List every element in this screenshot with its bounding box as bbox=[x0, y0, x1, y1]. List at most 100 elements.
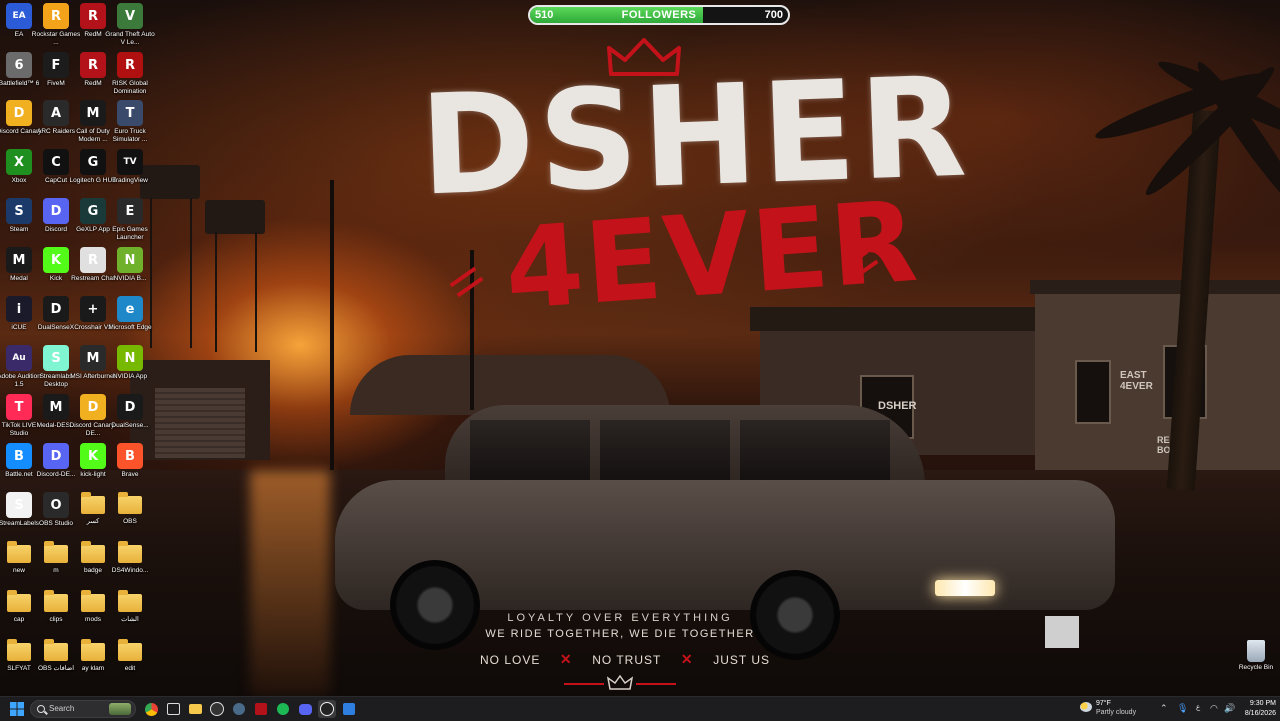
utility-pole bbox=[330, 180, 334, 470]
wifi-icon[interactable]: ◠ bbox=[1210, 703, 1218, 714]
desktop-shortcut[interactable]: E Epic Games Launcher bbox=[105, 198, 155, 242]
x-icon: ✕ bbox=[680, 651, 694, 667]
discord-icon: D bbox=[43, 443, 69, 469]
discord-canary-icon: D bbox=[6, 100, 32, 126]
msi-icon: M bbox=[80, 345, 106, 371]
search-placeholder: Search bbox=[49, 704, 75, 713]
nvidia-app-icon: N bbox=[117, 345, 143, 371]
ea-icon: EA bbox=[6, 3, 32, 29]
license-plate bbox=[1045, 616, 1079, 648]
start-button[interactable] bbox=[8, 700, 26, 718]
folder-icon bbox=[44, 639, 68, 661]
desktop-icon-label: NVIDIA App bbox=[112, 373, 148, 380]
kick-icon: K bbox=[43, 247, 69, 273]
edge-icon: e bbox=[117, 296, 143, 322]
medal-icon: M bbox=[43, 394, 69, 420]
discord-canary-icon: D bbox=[80, 394, 106, 420]
taskbar-spotify[interactable] bbox=[274, 700, 292, 718]
desktop-shortcut[interactable]: V Grand Theft Auto V Le... bbox=[105, 3, 155, 47]
desktop-icon-label: Euro Truck Simulator ... bbox=[112, 128, 148, 143]
battlenet-icon: B bbox=[6, 443, 32, 469]
water-tower-leg bbox=[215, 232, 217, 352]
desktop-shortcut[interactable]: N NVIDIA B... bbox=[105, 247, 155, 283]
steam-icon: S bbox=[6, 198, 32, 224]
taskbar-app[interactable] bbox=[230, 700, 248, 718]
desktop-shortcut[interactable]: D DualSense... bbox=[105, 394, 155, 430]
logitech-icon: G bbox=[80, 149, 106, 175]
desktop-folder[interactable]: OBS bbox=[105, 492, 155, 526]
desktop-icon-label: DS4Windo... bbox=[111, 567, 149, 574]
car-windshield bbox=[740, 420, 890, 482]
desktop-shortcut[interactable]: T Euro Truck Simulator ... bbox=[105, 100, 155, 144]
taskbar-obs[interactable] bbox=[208, 700, 226, 718]
language-icon[interactable]: ع bbox=[1196, 703, 1200, 711]
recycle-bin-label: Recycle Bin bbox=[1238, 664, 1274, 671]
desktop-wallpaper: DSHER EAST 4EVER REAL BOYS DSHER 4EVER L… bbox=[0, 0, 1280, 696]
desktop-shortcut[interactable]: B Brave bbox=[105, 443, 155, 479]
microphone-icon[interactable]: 🎙 bbox=[1177, 703, 1188, 714]
desktop-icon-label: OBS bbox=[123, 518, 137, 525]
crosshair-icon: + bbox=[80, 296, 106, 322]
gexlp-icon: G bbox=[80, 198, 106, 224]
taskbar-task-view[interactable] bbox=[164, 700, 182, 718]
follower-goal-bar: 510 FOLLOWERS 700 bbox=[528, 5, 790, 25]
risk-icon: R bbox=[117, 52, 143, 78]
taskbar-app-blue[interactable] bbox=[340, 700, 358, 718]
redm-icon bbox=[255, 703, 267, 715]
icue-icon: i bbox=[6, 296, 32, 322]
weather-temp: 97°F bbox=[1096, 700, 1111, 707]
desktop-icon-label: TradingView bbox=[112, 177, 148, 184]
desktop-folder[interactable]: DS4Windo... bbox=[105, 541, 155, 575]
nvidia-icon: N bbox=[117, 247, 143, 273]
taskbar-discord[interactable] bbox=[296, 700, 314, 718]
desktop-shortcut[interactable]: R RISK Global Domination bbox=[105, 52, 155, 96]
car-wheel bbox=[390, 560, 480, 650]
volume-icon[interactable]: 🔊 bbox=[1224, 703, 1235, 714]
chevron-up-icon[interactable]: ⌃ bbox=[1160, 703, 1168, 714]
taskbar-obs-active[interactable] bbox=[318, 700, 336, 718]
recycle-bin[interactable]: Recycle Bin bbox=[1236, 640, 1276, 671]
app-icon bbox=[343, 703, 355, 715]
arc-raiders-icon: A bbox=[43, 100, 69, 126]
car-window bbox=[600, 420, 730, 482]
search-icon bbox=[37, 705, 45, 713]
taskbar-chrome[interactable] bbox=[142, 700, 160, 718]
desktop-icon-label: Brave bbox=[121, 471, 139, 478]
streamlabels-icon: S bbox=[6, 492, 32, 518]
windows-logo-icon bbox=[10, 702, 24, 716]
taskbar-redm[interactable] bbox=[252, 700, 270, 718]
redm-icon: R bbox=[80, 52, 106, 78]
desktop-icon-label: RISK Global Domination bbox=[112, 80, 148, 95]
wall-graffiti-east: EAST 4EVER bbox=[1120, 370, 1153, 392]
taskbar-search[interactable]: Search bbox=[30, 700, 136, 718]
desktop-folder[interactable]: edit bbox=[105, 639, 155, 673]
cod-icon: M bbox=[80, 100, 106, 126]
water-tower-leg bbox=[190, 198, 192, 348]
obs-icon: O bbox=[43, 492, 69, 518]
follower-goal: 700 bbox=[764, 9, 783, 21]
medal-icon: M bbox=[6, 247, 32, 273]
desktop-shortcut[interactable]: TV TradingView bbox=[105, 149, 155, 185]
rockstar-icon: R bbox=[43, 3, 69, 29]
folder-icon bbox=[81, 590, 105, 612]
clock-date: 8/16/2026 bbox=[1244, 710, 1276, 717]
follower-label: FOLLOWERS bbox=[621, 9, 697, 21]
motto-item: NO TRUST bbox=[592, 652, 662, 667]
restream-icon: R bbox=[80, 247, 106, 273]
folder-icon bbox=[44, 590, 68, 612]
desktop-icon-label: NVIDIA B... bbox=[113, 275, 147, 282]
desktop-folder[interactable]: الشات bbox=[105, 590, 155, 624]
discord-icon: D bbox=[43, 198, 69, 224]
brave-icon: B bbox=[117, 443, 143, 469]
chrome-icon bbox=[144, 702, 158, 716]
desktop-icon-label: الشات bbox=[121, 616, 139, 623]
dualsense-icon: D bbox=[117, 394, 143, 420]
taskbar-file-explorer[interactable] bbox=[186, 700, 204, 718]
desktop-shortcut[interactable]: e Microsoft Edge bbox=[105, 296, 155, 332]
tradingview-icon: TV bbox=[117, 149, 143, 175]
taskbar-clock[interactable]: 9:30 PM 8/16/2026 bbox=[1238, 699, 1276, 719]
obs-icon bbox=[210, 702, 224, 716]
desktop-shortcut[interactable]: N NVIDIA App bbox=[105, 345, 155, 381]
car-window bbox=[470, 420, 590, 482]
tiktok-icon: T bbox=[6, 394, 32, 420]
